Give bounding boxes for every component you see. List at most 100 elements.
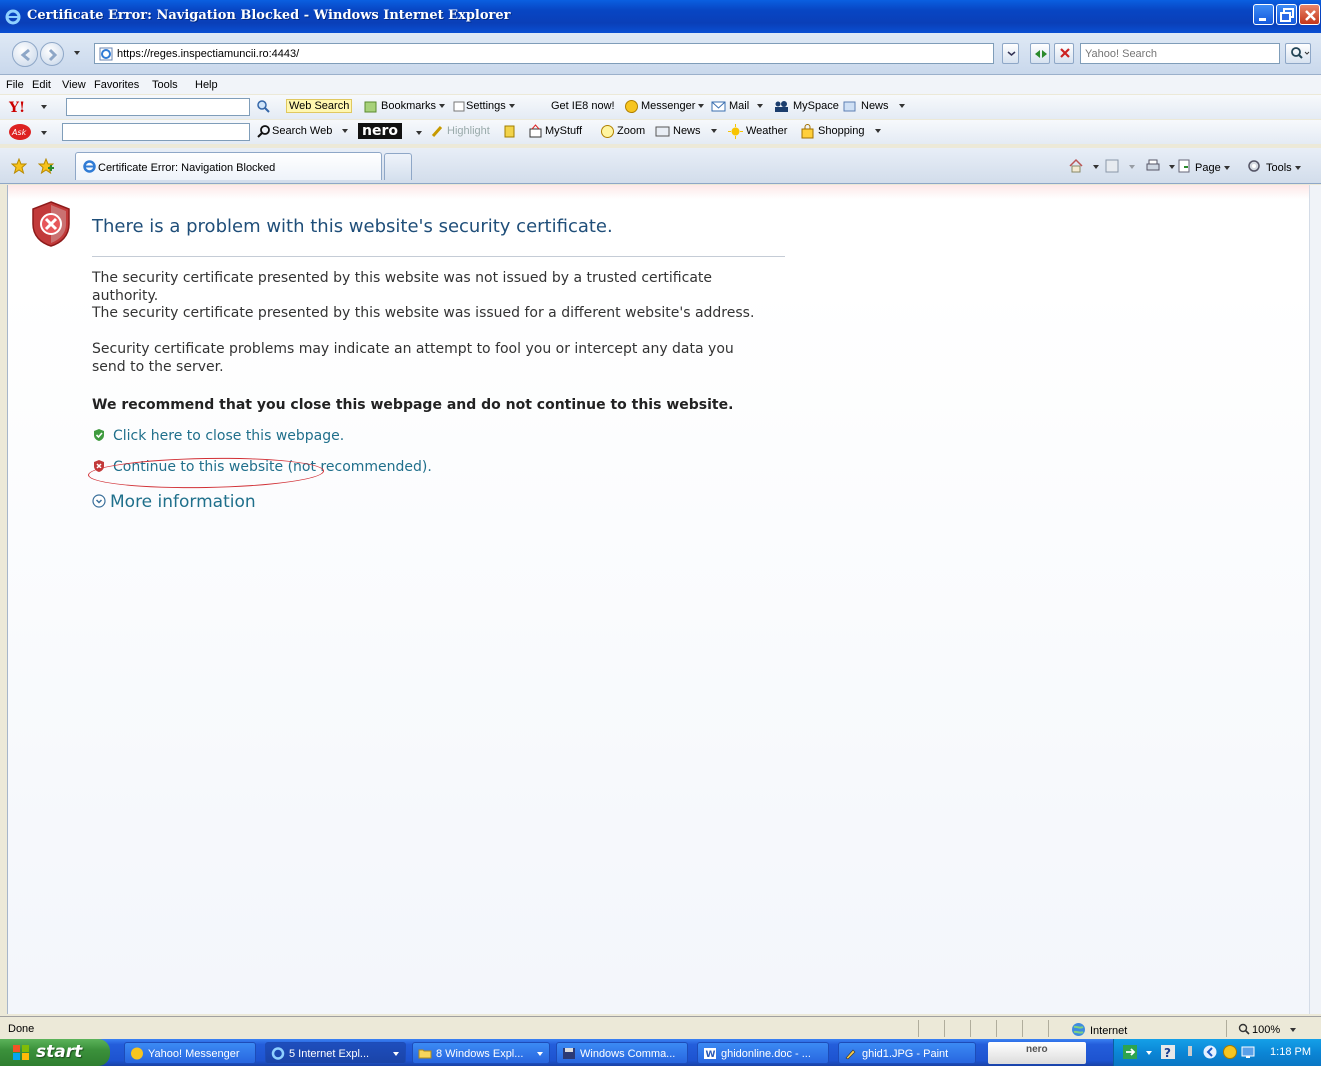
favorites-star-icon[interactable] (11, 158, 27, 174)
tray-dropdown-caret[interactable] (1146, 1051, 1152, 1055)
bookmarks-button[interactable]: Bookmarks (381, 100, 446, 112)
weather-button[interactable]: Weather (746, 125, 787, 137)
page-menu-label: Page (1195, 162, 1221, 174)
url-field[interactable] (94, 43, 994, 64)
menu-tools[interactable]: Tools (152, 79, 178, 91)
add-favorites-icon[interactable] (38, 158, 54, 174)
feeds-icon[interactable] (1104, 158, 1120, 174)
home-dropdown-caret[interactable] (1093, 165, 1099, 169)
mystuff-button[interactable]: MyStuff (545, 125, 582, 137)
yahoo-search-field[interactable] (66, 98, 250, 116)
note-icon[interactable] (502, 124, 517, 139)
feeds-dropdown-caret[interactable] (1129, 165, 1135, 169)
menu-file[interactable]: File (6, 79, 24, 91)
green-shield-icon (94, 429, 104, 441)
settings-button[interactable]: Settings (466, 100, 515, 112)
menu-view[interactable]: View (62, 79, 86, 91)
nero-logo[interactable]: nero (358, 123, 402, 139)
security-zone-label: Internet (1090, 1025, 1128, 1037)
back-button[interactable] (12, 41, 38, 67)
news-icon (843, 101, 856, 112)
task-windows-explorer[interactable]: 8 Windows Expl... (412, 1042, 550, 1064)
task-word-document[interactable]: W ghidonline.doc - ... (697, 1042, 829, 1064)
search-button[interactable] (1285, 43, 1311, 64)
refresh-button[interactable] (1030, 43, 1050, 64)
task-label: ghidonline.doc - ... (721, 1048, 811, 1060)
sync-tray-icon[interactable] (1202, 1044, 1218, 1060)
myspace-button[interactable]: MySpace (793, 100, 839, 112)
more-information-link[interactable]: More information (110, 492, 256, 512)
highlight-button[interactable]: Highlight (447, 125, 490, 137)
task-internet-explorer[interactable]: 5 Internet Expl... (265, 1042, 406, 1064)
task-paint[interactable]: ghid1.JPG - Paint (838, 1042, 976, 1064)
address-dropdown-button[interactable] (1002, 43, 1019, 64)
page-menu-button[interactable]: Page (1195, 162, 1230, 174)
para1-line3: The security certificate presented by th… (92, 305, 755, 321)
zoom-level[interactable]: 100% (1238, 1023, 1297, 1036)
messenger-button[interactable]: Messenger (641, 100, 705, 112)
forward-button[interactable] (40, 42, 64, 66)
menu-edit[interactable]: Edit (32, 79, 51, 91)
tab-certificate-error[interactable]: Certificate Error: Navigation Blocked (75, 152, 382, 180)
window-title: Certificate Error: Navigation Blocked - … (27, 8, 511, 23)
search-web-label: Search Web (272, 125, 333, 137)
yahoo-logo-icon[interactable]: Y! (8, 99, 36, 114)
minimize-button[interactable] (1253, 4, 1274, 25)
task-yahoo-messenger[interactable]: Yahoo! Messenger (124, 1042, 256, 1064)
help-tray-icon[interactable]: ? (1160, 1044, 1176, 1060)
home-icon[interactable] (1068, 158, 1084, 174)
search-input[interactable] (1081, 44, 1279, 63)
ask-logo-icon[interactable]: Ask (8, 123, 32, 141)
taskbar: start Yahoo! Messenger 5 Internet Expl..… (0, 1039, 1321, 1066)
para2-line2: send to the server. (92, 358, 224, 375)
zoom-button[interactable]: Zoom (617, 125, 645, 137)
print-icon[interactable] (1145, 158, 1161, 174)
status-divider (944, 1020, 945, 1037)
messenger-tray-icon[interactable] (1222, 1044, 1238, 1060)
arrow-tray-icon[interactable] (1122, 1044, 1138, 1060)
get-ie8-link[interactable]: Get IE8 now! (551, 100, 615, 112)
mail-button[interactable]: Mail (729, 100, 764, 112)
stop-button[interactable] (1054, 43, 1074, 64)
recent-pages-dropdown[interactable] (74, 51, 80, 55)
para1-line1: The security certificate presented by th… (92, 270, 712, 286)
maximize-button[interactable] (1276, 4, 1297, 25)
nero-search-box[interactable]: nero (988, 1042, 1086, 1064)
vertical-scrollbar[interactable] (1309, 185, 1321, 1014)
ask-news-button[interactable]: News (673, 125, 717, 137)
start-button[interactable]: start (0, 1039, 110, 1066)
monitor-tray-icon[interactable] (1240, 1044, 1256, 1060)
expand-circle-icon[interactable] (92, 494, 106, 508)
tools-gear-icon (1248, 160, 1260, 172)
tools-menu-button[interactable]: Tools (1266, 162, 1301, 174)
close-webpage-link[interactable]: Click here to close this webpage. (92, 428, 344, 444)
new-tab-button[interactable] (384, 153, 412, 180)
close-webpage-label: Click here to close this webpage. (113, 428, 345, 444)
risk-paragraph: Security certificate problems may indica… (92, 341, 792, 376)
menu-favorites[interactable]: Favorites (94, 79, 139, 91)
ie-task-icon (271, 1047, 285, 1060)
yahoo-dropdown-caret[interactable] (41, 105, 47, 109)
task-windows-commander[interactable]: Windows Comma... (556, 1042, 688, 1064)
security-zone[interactable]: Internet (1071, 1022, 1127, 1037)
settings-label: Settings (466, 100, 506, 112)
ask-dropdown-caret[interactable] (41, 131, 47, 135)
web-search-button[interactable]: Web Search (286, 99, 353, 113)
menu-bar: File Edit View Favorites Tools Help (0, 75, 1321, 94)
tab-ie-icon (83, 160, 96, 173)
ask-search-field[interactable] (62, 123, 250, 141)
back-arrow-icon (20, 48, 30, 62)
nero-dropdown-caret[interactable] (416, 131, 422, 135)
bookmarks-label: Bookmarks (381, 100, 437, 112)
search-box[interactable] (1080, 43, 1280, 64)
network-tray-icon[interactable] (1182, 1044, 1198, 1060)
close-window-button[interactable] (1299, 4, 1320, 25)
search-web-button[interactable]: Search Web (272, 125, 349, 137)
url-input[interactable] (117, 45, 987, 62)
magnifier-icon[interactable] (256, 99, 271, 114)
print-dropdown-caret[interactable] (1169, 165, 1175, 169)
messenger-icon (625, 100, 638, 113)
news-button[interactable]: News (861, 100, 905, 112)
shopping-button[interactable]: Shopping (818, 125, 881, 137)
menu-help[interactable]: Help (195, 79, 218, 91)
